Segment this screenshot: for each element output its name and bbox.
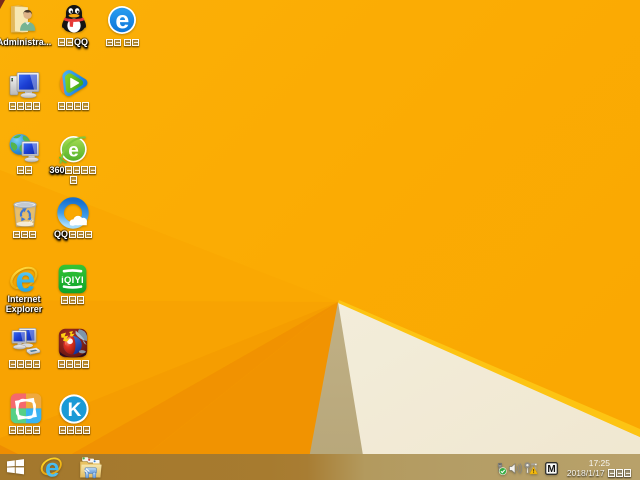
svg-text:iQIYI: iQIYI: [61, 275, 84, 286]
svg-text:e: e: [15, 262, 35, 294]
svg-text:e: e: [45, 455, 59, 479]
svg-text:K: K: [68, 400, 82, 421]
svg-text:e: e: [115, 7, 129, 35]
